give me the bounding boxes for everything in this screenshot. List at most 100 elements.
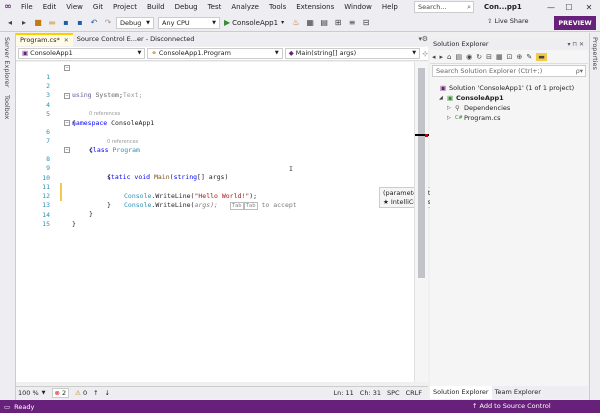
menu-file[interactable]: File [16, 0, 38, 14]
tree-item-program-cs[interactable]: ▷ C# Program.cs [447, 113, 500, 123]
toolbar-icon[interactable]: ▦ [304, 16, 316, 30]
type-value: ConsoleApp1.Program [158, 49, 231, 57]
close-icon[interactable]: ✕ [64, 35, 69, 46]
menu-build[interactable]: Build [142, 0, 170, 14]
type-dropdown[interactable]: ⚭ ConsoleApp1.Program ▼ [147, 48, 283, 59]
tree-item-dependencies[interactable]: ▷ ⚲ Dependencies [447, 103, 510, 113]
code-text: } [72, 220, 76, 228]
menu-project[interactable]: Project [108, 0, 142, 14]
line-ending-indicator[interactable]: CRLF [406, 389, 422, 397]
collapsed-chevron-icon[interactable]: ▷ [447, 113, 455, 123]
redo-icon[interactable]: ↷ [102, 16, 114, 30]
code-editor[interactable]: 1 − using System; 2 using System.Text; 3… [16, 62, 414, 382]
visual-studio-logo-icon[interactable]: ∞ [0, 0, 16, 14]
editor-vertical-scrollbar[interactable] [414, 62, 429, 382]
collapse-icon[interactable]: − [64, 65, 70, 71]
wrench-icon[interactable]: ✎ [526, 53, 532, 61]
tree-item-project[interactable]: ◢ ▣ ConsoleApp1 [439, 93, 504, 103]
forward-icon[interactable]: ▸ [18, 16, 30, 30]
member-value: Main(string[] args) [295, 49, 357, 57]
configuration-dropdown[interactable]: Debug ▼ [116, 16, 154, 29]
collapse-all-icon[interactable]: ⊟ [486, 53, 492, 61]
menu-git[interactable]: Git [88, 0, 108, 14]
split-icon[interactable]: ⊹ [422, 50, 428, 58]
warning-icon: ⚠ [75, 389, 81, 397]
tab-program-cs[interactable]: Program.cs* ✕ [16, 33, 73, 46]
live-share-button[interactable]: ⇪ Live Share [487, 17, 529, 25]
server-explorer-tab[interactable]: Server Explorer [3, 37, 11, 87]
menu-test[interactable]: Test [203, 0, 227, 14]
properties-tab[interactable]: Properties [591, 37, 599, 70]
tab-source-control-explorer[interactable]: Source Control E...er - Disconnected [73, 33, 199, 46]
collapsed-chevron-icon[interactable]: ▷ [447, 103, 455, 113]
toolbar-icon[interactable]: ≡ [346, 16, 358, 30]
menu-analyze[interactable]: Analyze [226, 0, 264, 14]
solution-explorer-header: Solution Explorer ▾ ⊓ ✕ [430, 39, 588, 50]
maximize-icon[interactable]: ☐ [562, 0, 576, 14]
open-icon[interactable]: ▬ [46, 16, 58, 30]
tab-solution-explorer[interactable]: Solution Explorer [430, 386, 492, 399]
hot-reload-icon[interactable]: ♨ [290, 16, 302, 30]
member-dropdown[interactable]: ◆ Main(string[] args) ▼ [284, 48, 421, 59]
settings-icon[interactable]: ⚙ [422, 35, 428, 43]
menu-help[interactable]: Help [377, 0, 403, 14]
home-icon[interactable]: ⌂ [447, 53, 451, 61]
menu-tools[interactable]: Tools [264, 0, 291, 14]
collapse-icon[interactable]: − [64, 93, 70, 99]
menu-edit[interactable]: Edit [38, 0, 62, 14]
warning-count-badge[interactable]: ⚠ 0 [75, 389, 87, 397]
new-item-icon[interactable]: ■ [32, 16, 44, 30]
preview-badge[interactable]: PREVIEW [554, 16, 596, 30]
switch-views-icon[interactable]: ▤ [455, 53, 462, 61]
search-input[interactable]: Search... ⌕ [414, 1, 474, 13]
configuration-value: Debug [120, 18, 142, 27]
save-icon[interactable]: ▪ [60, 16, 72, 30]
document-tab-strip: Program.cs* ✕ Source Control E...er - Di… [16, 33, 428, 46]
platform-dropdown[interactable]: Any CPU ▼ [158, 16, 220, 29]
toolbar-icon[interactable]: ⊞ [332, 16, 344, 30]
forward-icon[interactable]: ▸ [440, 53, 444, 61]
line-indicator[interactable]: Ln: 11 [334, 389, 354, 397]
menu-view[interactable]: View [61, 0, 88, 14]
tab-team-explorer[interactable]: Team Explorer [492, 386, 544, 399]
preview-icon[interactable]: ⊕ [516, 53, 522, 61]
menu-window[interactable]: Window [339, 0, 377, 14]
project-dropdown[interactable]: ▣ ConsoleApp1 ▼ [18, 48, 146, 59]
previous-issue-icon[interactable]: ↑ [93, 389, 98, 397]
pending-changes-icon[interactable]: ◉ [466, 53, 472, 61]
back-icon[interactable]: ◂ [4, 16, 16, 30]
expanded-chevron-icon[interactable]: ◢ [439, 93, 447, 103]
codelens-references[interactable]: 0 references [107, 139, 138, 145]
menu-debug[interactable]: Debug [170, 0, 203, 14]
tab-label: Source Control E...er - Disconnected [76, 35, 195, 43]
panel-window-controls-icon[interactable]: ▾ ⊓ ✕ [567, 39, 584, 50]
add-to-source-control-button[interactable]: ↑ Add to Source Control [472, 400, 551, 413]
toolbar-icon[interactable]: ▤ [318, 16, 330, 30]
tree-item-solution[interactable]: ▣ Solution 'ConsoleApp1' (1 of 1 project… [432, 83, 574, 93]
close-icon[interactable]: ✕ [582, 0, 596, 14]
save-all-icon[interactable]: ▪ [74, 16, 86, 30]
toolbar-icon[interactable]: ⊟ [360, 16, 372, 30]
solution-search-input[interactable]: Search Solution Explorer (Ctrl+;) ρ▾ [432, 65, 586, 77]
toolbox-tab[interactable]: Toolbox [3, 95, 11, 119]
collapse-icon[interactable]: − [64, 120, 70, 126]
scrollbar-thumb[interactable] [418, 68, 425, 278]
minimize-icon[interactable]: — [544, 0, 558, 14]
menu-extensions[interactable]: Extensions [291, 0, 339, 14]
pin-icon[interactable]: ▬ [536, 52, 547, 61]
error-count-badge[interactable]: ⊗ 2 [51, 388, 70, 398]
collapse-icon[interactable]: − [64, 147, 70, 153]
refresh-icon[interactable]: ↻ [476, 53, 482, 61]
whitespace-indicator[interactable]: SPC [387, 389, 400, 397]
column-indicator[interactable]: Ch: 31 [360, 389, 381, 397]
properties-icon[interactable]: ⊡ [507, 53, 513, 61]
undo-icon[interactable]: ↶ [88, 16, 100, 30]
next-issue-icon[interactable]: ↓ [105, 389, 110, 397]
back-icon[interactable]: ◂ [432, 53, 436, 61]
codelens-references[interactable]: 0 references [89, 111, 120, 117]
chevron-down-icon: ▼ [212, 19, 216, 26]
start-debugging-button[interactable]: ▶ ConsoleApp1 ▾ [224, 18, 284, 27]
chevron-down-icon[interactable]: ▾ [281, 19, 284, 26]
zoom-level[interactable]: 100 % ▼ [18, 389, 46, 397]
show-all-files-icon[interactable]: ▦ [496, 53, 503, 61]
